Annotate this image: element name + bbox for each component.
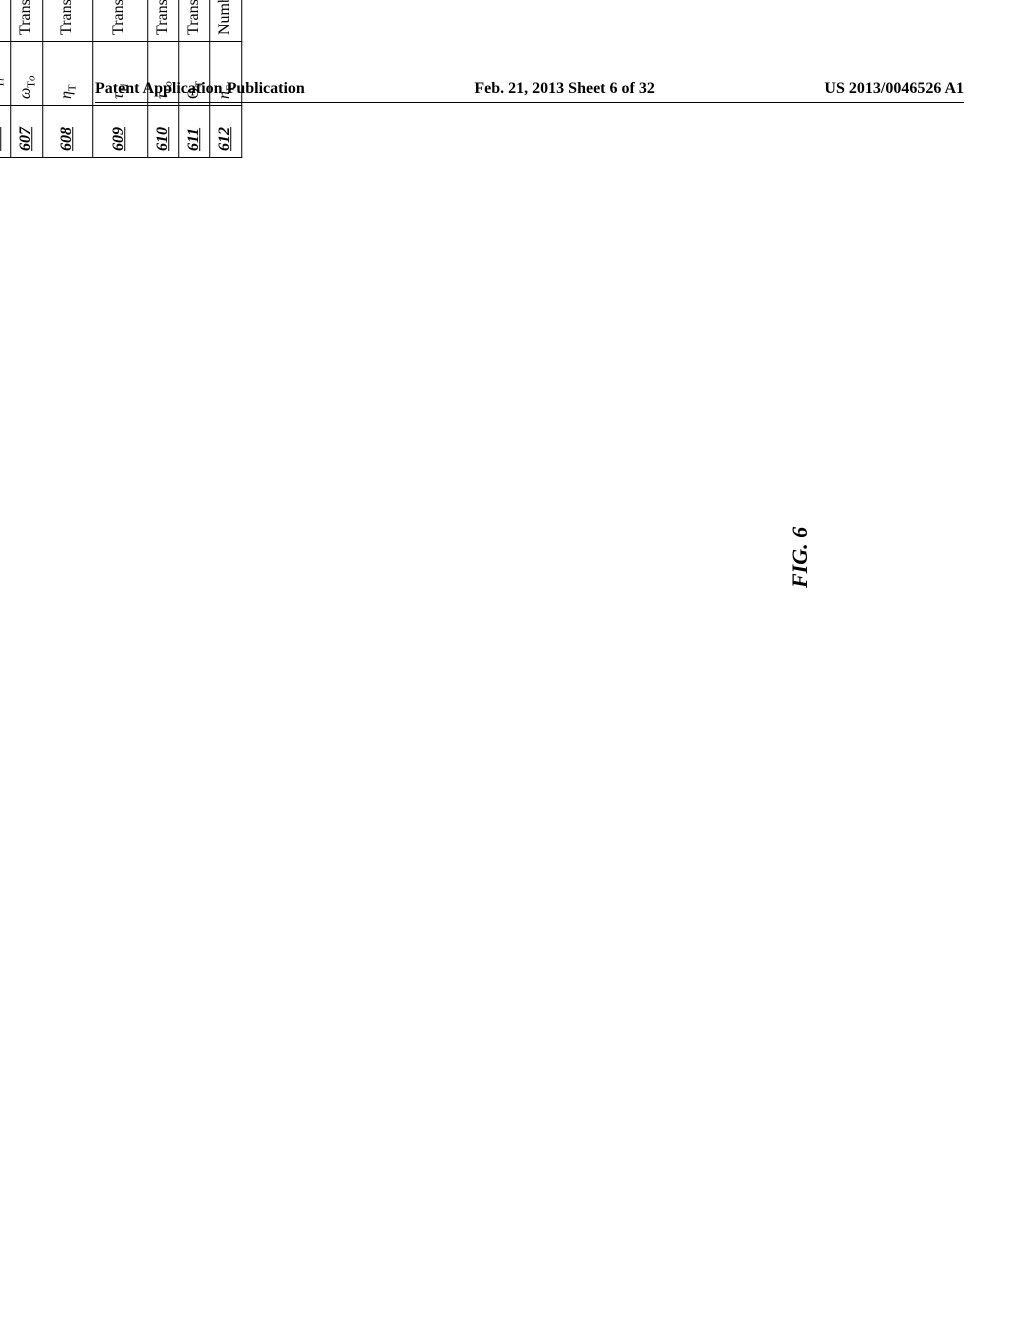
cell-ref: 607 xyxy=(11,106,42,158)
cell-sym: ωTi xyxy=(0,42,11,106)
cell-ref: 612 xyxy=(210,106,241,158)
table-row: 607 ωTo Transmission output speed (49) (… xyxy=(11,0,42,158)
cell-ref: 608 xyxy=(43,106,93,158)
cell-def: Transmission output speed xyxy=(11,0,42,42)
table-row: 611 ΘT Transmission moment of inertia Mf… xyxy=(179,0,210,158)
cell-def: Transmission input speed xyxy=(0,0,11,42)
cell-def: Number of forward gears xyxy=(210,0,241,42)
cell-ref: 611 xyxy=(179,106,210,158)
header-right: US 2013/0046526 A1 xyxy=(824,80,964,98)
cell-ref: 609 xyxy=(92,106,147,158)
cell-sym: ΘT xyxy=(179,42,210,106)
cell-ref: 610 xyxy=(147,106,178,158)
cell-sym: ηT xyxy=(43,42,93,106)
table-row: 608 ηT Transmission gear efficiency (47)… xyxy=(43,0,93,158)
table-row: 612 nF Number of forward gears Mfr. Disp… xyxy=(210,0,241,158)
cell-ref: 606 xyxy=(0,106,11,158)
table-row: 610 τTo Transmission output torque (48) … xyxy=(147,0,178,158)
cell-sym: nF xyxy=(210,42,241,106)
cell-sym: τTo xyxy=(147,42,178,106)
cell-sym: ωTo xyxy=(11,42,42,106)
table-row: 609 τTi Transmission input torque (36), … xyxy=(92,0,147,158)
symbol-table: REF. SYM. DEFINITION MEAS. EQN. SPEC. VB… xyxy=(0,0,242,158)
cell-sym: τTi xyxy=(92,42,147,106)
cell-def: Transmission moment of inertia xyxy=(179,0,210,42)
cell-def: Transmission output torque xyxy=(147,0,178,42)
cell-def: Transmission input torque xyxy=(92,0,147,42)
figure-label: FIG. 6 xyxy=(787,527,813,588)
figure-area: REF. SYM. DEFINITION MEAS. EQN. SPEC. VB… xyxy=(95,158,964,933)
header-center: Feb. 21, 2013 Sheet 6 of 32 xyxy=(474,80,654,98)
table-row: 606 ωTi Transmission input speed CAN (31… xyxy=(0,0,11,158)
cell-def: Transmission gear efficiency xyxy=(43,0,93,42)
